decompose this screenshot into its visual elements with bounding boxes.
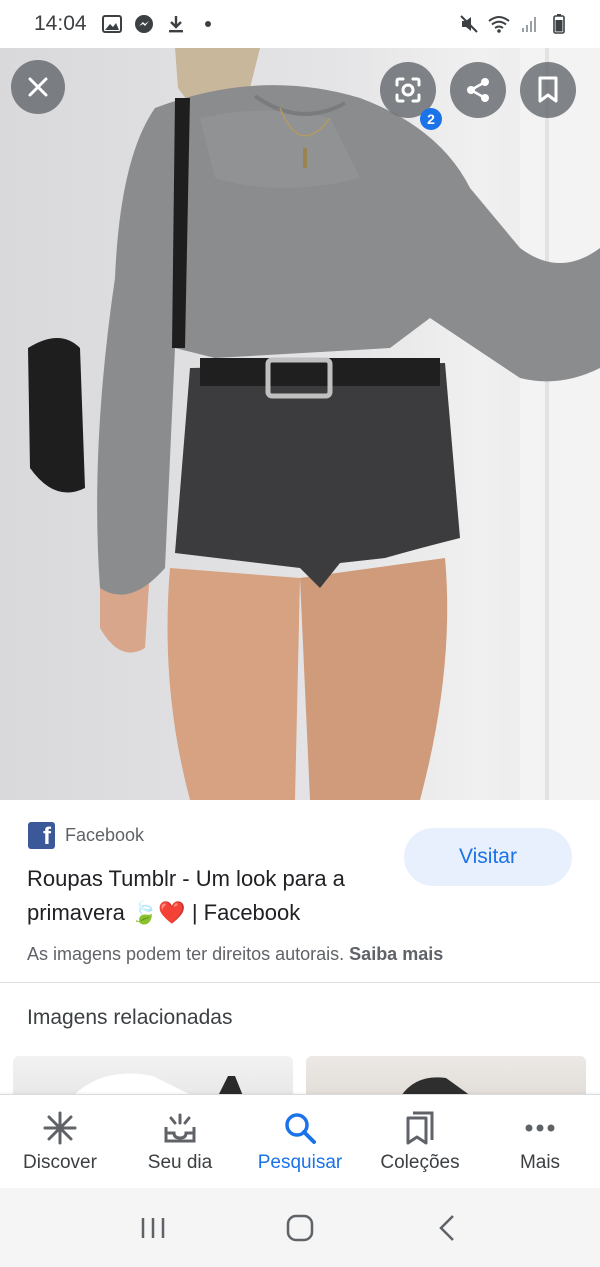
- close-icon: [28, 77, 48, 97]
- nav-discover[interactable]: Discover: [4, 1110, 116, 1174]
- share-icon: [467, 78, 489, 102]
- recents-icon: [142, 1217, 165, 1238]
- system-navigation-bar: [0, 1188, 600, 1267]
- recents-button[interactable]: [123, 1198, 183, 1258]
- nav-label: Seu dia: [147, 1151, 213, 1173]
- inbox-sparkle-icon: [162, 1110, 198, 1146]
- status-system-icons: [458, 13, 570, 35]
- more-dots-icon: [522, 1110, 558, 1146]
- nav-seu-dia[interactable]: Seu dia: [124, 1110, 236, 1174]
- visit-button[interactable]: Visitar: [404, 828, 572, 886]
- learn-more-link[interactable]: Saiba mais: [349, 944, 443, 964]
- search-icon: [282, 1110, 318, 1146]
- signal-icon: [518, 13, 540, 35]
- home-icon: [286, 1214, 314, 1241]
- bookmark-icon: [538, 76, 558, 103]
- divider: [0, 982, 600, 983]
- nav-label: Coleções: [380, 1151, 460, 1173]
- bookmark-button[interactable]: [520, 62, 576, 118]
- image-icon: [101, 13, 123, 35]
- nav-label: Mais: [519, 1151, 561, 1173]
- asterisk-icon: [42, 1110, 78, 1146]
- wifi-icon: [488, 13, 510, 35]
- facebook-logo-icon: f: [28, 822, 55, 849]
- source-site[interactable]: f Facebook: [28, 822, 144, 849]
- nav-colecoes[interactable]: Coleções: [364, 1110, 476, 1174]
- back-icon: [438, 1214, 454, 1241]
- download-icon: [165, 13, 187, 35]
- status-notification-icons: [101, 13, 219, 35]
- status-bar: 14:04: [0, 0, 600, 48]
- collections-icon: [402, 1110, 438, 1146]
- result-image[interactable]: 2: [0, 48, 600, 800]
- dot-icon: [197, 13, 219, 35]
- related-image-thumbnail[interactable]: [13, 1056, 293, 1096]
- lens-icon: [395, 77, 421, 103]
- outfit-photo: [28, 48, 600, 800]
- nav-pesquisar[interactable]: Pesquisar: [244, 1110, 356, 1174]
- nav-label: Discover: [23, 1151, 97, 1173]
- back-button[interactable]: [417, 1198, 477, 1258]
- messenger-icon: [133, 13, 155, 35]
- status-time: 14:04: [34, 12, 87, 35]
- related-image-thumbnail[interactable]: [306, 1056, 586, 1096]
- share-button[interactable]: [450, 62, 506, 118]
- lens-badge: 2: [420, 108, 442, 130]
- copyright-notice: As imagens podem ter direitos autorais. …: [27, 944, 443, 965]
- related-images-heading: Imagens relacionadas: [27, 1006, 233, 1029]
- site-name: Facebook: [65, 825, 145, 845]
- mute-icon: [458, 13, 480, 35]
- battery-icon: [548, 13, 570, 35]
- page-title[interactable]: Roupas Tumblr - Um look para a primavera…: [27, 862, 397, 930]
- copyright-text: As imagens podem ter direitos autorais.: [27, 944, 345, 964]
- bottom-navigation: Discover Seu dia Pesquisar Coleções Mais: [0, 1094, 600, 1188]
- home-button[interactable]: [270, 1198, 330, 1258]
- close-button[interactable]: [11, 60, 65, 114]
- nav-label: Pesquisar: [257, 1151, 343, 1173]
- nav-mais[interactable]: Mais: [484, 1110, 596, 1174]
